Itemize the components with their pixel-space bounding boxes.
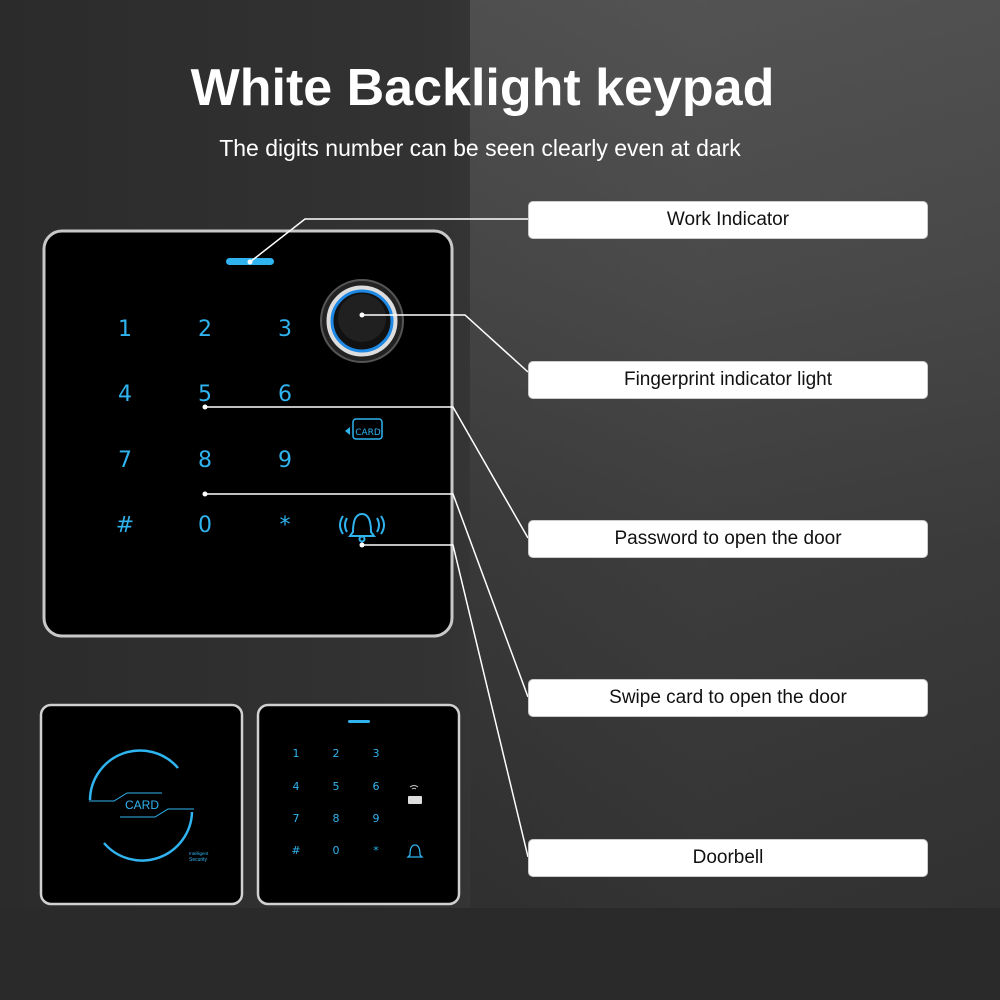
keypad-key: # — [116, 513, 134, 538]
keypad-key: 1 — [118, 317, 132, 342]
keypad-key: 3 — [278, 317, 292, 342]
svg-text:CARD: CARD — [125, 798, 159, 812]
fingerprint-sensor — [320, 279, 404, 363]
small-keypad-key: 8 — [333, 812, 340, 825]
small-keypad-key: 4 — [293, 780, 300, 793]
small-keypad-key: * — [373, 844, 379, 857]
small-keypad-key: 3 — [373, 747, 380, 760]
small-keypad-key: 2 — [333, 747, 340, 760]
svg-text:Intelligent: Intelligent — [189, 851, 209, 856]
keypad-key: 6 — [278, 382, 292, 407]
callout-doorbell: Doorbell — [528, 839, 928, 877]
callout-work-indicator: Work Indicator — [528, 201, 928, 239]
small-keypad-key: 9 — [373, 812, 380, 825]
keypad-key: 7 — [118, 448, 132, 473]
svg-text:CARD: CARD — [355, 428, 381, 438]
small-keypad-key: 5 — [333, 780, 340, 793]
small-keypad-key: 0 — [333, 844, 340, 857]
small-keypad-device: 1 2 3 4 5 6 7 8 9 # 0 * — [256, 703, 461, 906]
callout-password: Password to open the door — [528, 520, 928, 558]
keypad-key: * — [280, 513, 291, 538]
keypad-key: 0 — [198, 513, 212, 538]
small-keypad-key: 1 — [293, 747, 300, 760]
callout-swipe-card: Swipe card to open the door — [528, 679, 928, 717]
keypad-key: 2 — [198, 317, 212, 342]
card-reader-device: CARD Intelligent Security — [39, 703, 244, 906]
callout-fingerprint-indicator: Fingerprint indicator light — [528, 361, 928, 399]
keypad-key: 4 — [118, 382, 132, 407]
small-keypad-key: # — [291, 844, 300, 857]
main-keypad: 1 2 3 4 5 6 7 8 9 # 0 * CARD — [42, 229, 454, 638]
keypad-key: 9 — [278, 448, 292, 473]
keypad-key: 8 — [198, 448, 212, 473]
small-keypad-key: 6 — [373, 780, 380, 793]
svg-text:Security: Security — [189, 857, 208, 863]
small-keypad-key: 7 — [293, 812, 300, 825]
keypad-key: 5 — [198, 382, 212, 407]
